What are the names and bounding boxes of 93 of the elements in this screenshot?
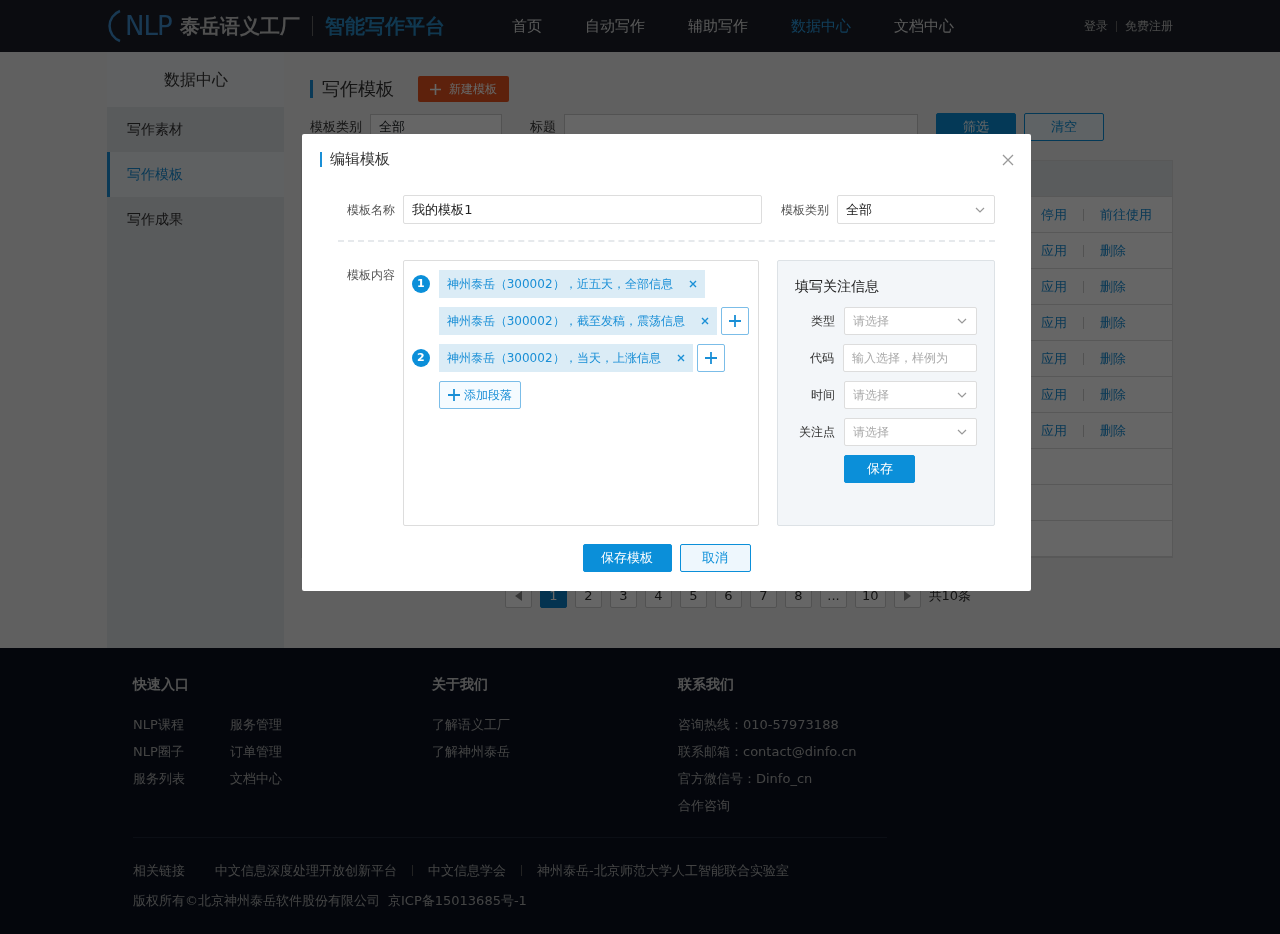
remove-button[interactable] bbox=[700, 317, 709, 325]
footer-link[interactable]: 服务列表 bbox=[133, 769, 230, 788]
action-link[interactable]: 应用 bbox=[1041, 420, 1067, 441]
filter-button[interactable]: 清空 bbox=[1024, 113, 1104, 141]
input-field[interactable]: 输入选择，样例为 bbox=[843, 344, 977, 372]
tag-text: 神州泰岳（300002），截至发稿，震荡信息 bbox=[446, 313, 685, 330]
paragraph-number: 2 bbox=[411, 349, 430, 367]
close-icon bbox=[688, 280, 697, 288]
content-tag[interactable]: 神州泰岳（300002），截至发稿，震荡信息 bbox=[438, 307, 717, 335]
nav-link[interactable]: 首页 bbox=[511, 14, 542, 38]
action-link[interactable]: 删除 bbox=[1100, 384, 1126, 405]
footer-link[interactable]: 联系邮箱：contact@dinfo.cn bbox=[678, 742, 938, 761]
plus-icon bbox=[728, 315, 741, 327]
plus-icon bbox=[704, 352, 717, 364]
nav-link[interactable]: 文档中心 bbox=[893, 14, 954, 38]
sidebar-item[interactable]: 写作成果 bbox=[107, 197, 284, 242]
close-button[interactable] bbox=[1002, 153, 1014, 166]
action-link[interactable]: 应用 bbox=[1041, 276, 1067, 297]
nav-link[interactable]: 数据中心 bbox=[790, 14, 851, 38]
footer-link[interactable]: 官方微信号：Dinfo_cn bbox=[678, 769, 938, 788]
footer-link[interactable]: 咨询热线：010-57973188 bbox=[678, 715, 938, 734]
footer-heading: 关于我们 bbox=[432, 675, 489, 694]
action-link[interactable]: 删除 bbox=[1100, 276, 1126, 297]
triangle-left-icon bbox=[515, 591, 522, 601]
chevron-down-icon bbox=[956, 427, 968, 437]
close-icon bbox=[700, 317, 709, 325]
content-editor[interactable]: 1 神州泰岳（300002），近五天，全部信息 神州泰岳（300002），截至发稿，震荡信息 2 神州泰岳（300002），当天，上涨信息 添加段落 bbox=[402, 260, 759, 526]
field-label: 时间 bbox=[809, 387, 835, 404]
footer-link[interactable]: NLP课程 bbox=[133, 715, 230, 734]
sidebar-item[interactable]: 写作素材 bbox=[107, 107, 284, 152]
add-paragraph-button[interactable]: 添加段落 bbox=[438, 381, 521, 409]
footer-heading: 联系我们 bbox=[678, 675, 735, 694]
name-input[interactable]: 我的模板1 bbox=[403, 195, 762, 224]
plus-icon bbox=[447, 389, 460, 401]
action-link[interactable]: 应用 bbox=[1041, 240, 1067, 261]
logo-arc-icon bbox=[107, 9, 121, 43]
action-link[interactable]: 应用 bbox=[1041, 348, 1067, 369]
action-link[interactable]: 删除 bbox=[1100, 420, 1126, 441]
dropdown-field[interactable]: 请选择 bbox=[843, 307, 977, 335]
footer-link[interactable]: NLP圈子 bbox=[133, 742, 230, 761]
action-link[interactable]: 删除 bbox=[1100, 240, 1126, 261]
logo-mark: NLP bbox=[125, 13, 172, 39]
sidebar-item[interactable]: 写作模板 bbox=[107, 152, 284, 197]
sidebar-title: 数据中心 bbox=[107, 52, 284, 107]
remove-button[interactable] bbox=[676, 354, 685, 362]
plus-icon bbox=[430, 83, 441, 95]
field-label: 关注点 bbox=[797, 424, 835, 441]
panel-title: 填写关注信息 bbox=[795, 277, 880, 296]
new-template-button[interactable]: 新建模板 bbox=[418, 76, 509, 102]
footer-heading: 快速入口 bbox=[133, 675, 190, 694]
nav-link[interactable]: 自动写作 bbox=[584, 14, 645, 38]
add-item-button[interactable] bbox=[720, 307, 749, 335]
related-label: 相关链接 bbox=[133, 862, 185, 880]
copyright-text: 京ICP备15013685号-1 bbox=[388, 891, 527, 910]
content-tag[interactable]: 神州泰岳（300002），近五天，全部信息 bbox=[438, 270, 705, 298]
footer-link[interactable]: 文档中心 bbox=[230, 769, 330, 788]
nav-link[interactable]: 辅助写作 bbox=[687, 14, 748, 38]
action-link[interactable]: 应用 bbox=[1041, 384, 1067, 405]
dialog-button[interactable]: 取消 bbox=[679, 544, 751, 572]
triangle-right-icon bbox=[903, 591, 911, 601]
category-dropdown[interactable]: 全部 bbox=[837, 195, 995, 224]
remove-button[interactable] bbox=[688, 280, 697, 288]
product-name: 智能写作平台 bbox=[324, 13, 445, 40]
field-label: 模板内容 bbox=[345, 267, 395, 284]
paragraph-number: 1 bbox=[411, 275, 430, 293]
close-icon bbox=[676, 354, 685, 362]
action-link[interactable]: 删除 bbox=[1100, 348, 1126, 369]
add-item-button[interactable] bbox=[696, 344, 725, 372]
field-label: 模板名称 bbox=[346, 201, 396, 219]
field-label: 类型 bbox=[809, 313, 835, 330]
tag-text: 神州泰岳（300002），当天，上涨信息 bbox=[446, 350, 661, 367]
filter-label: 标题 bbox=[530, 118, 556, 137]
dialog-button[interactable]: 保存模板 bbox=[582, 544, 672, 572]
field-label: 模板类别 bbox=[780, 201, 830, 219]
filter-label: 模板类别 bbox=[310, 118, 362, 137]
dropdown-field[interactable]: 请选择 bbox=[843, 381, 977, 409]
chevron-down-icon bbox=[956, 390, 968, 400]
action-link[interactable]: 应用 bbox=[1041, 312, 1067, 333]
action-link[interactable]: 前往使用 bbox=[1100, 204, 1152, 225]
page-title: 写作模板 bbox=[310, 80, 394, 98]
chevron-down-icon bbox=[956, 316, 968, 326]
action-link[interactable]: 停用 bbox=[1041, 204, 1067, 225]
footer-link[interactable]: 了解神州泰岳 bbox=[432, 742, 678, 761]
action-link[interactable]: 删除 bbox=[1100, 312, 1126, 333]
content-tag[interactable]: 神州泰岳（300002），当天，上涨信息 bbox=[438, 344, 693, 372]
modal-title: 编辑模板 bbox=[320, 152, 390, 167]
dropdown-field[interactable]: 请选择 bbox=[843, 418, 977, 446]
tag-text: 神州泰岳（300002），近五天，全部信息 bbox=[446, 276, 673, 293]
close-icon bbox=[1002, 153, 1014, 166]
save-button[interactable]: 保存 bbox=[844, 455, 915, 483]
logo-name: 泰岳语义工厂 bbox=[179, 13, 300, 40]
field-label: 代码 bbox=[809, 350, 834, 367]
footer-link[interactable]: 中文信息学会 bbox=[428, 861, 506, 881]
